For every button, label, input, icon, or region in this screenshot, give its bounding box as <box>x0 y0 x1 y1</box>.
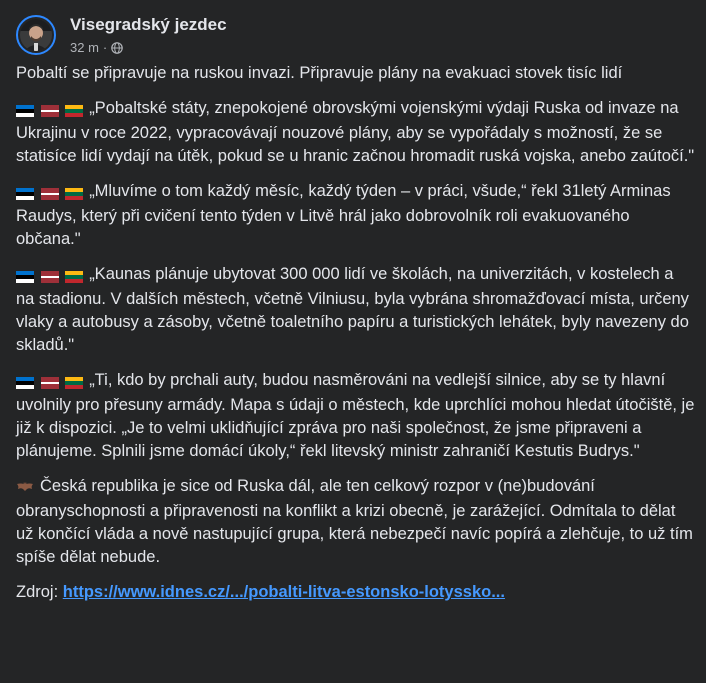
lithuania-flag <box>65 187 84 200</box>
flags-group <box>16 182 85 205</box>
avatar-image <box>20 19 52 51</box>
lithuania-flag <box>65 376 84 389</box>
lithuania-flag <box>65 104 84 117</box>
paragraph-text: „Mluvíme o tom každý měsíc, každý týden … <box>16 182 671 248</box>
paragraph-4: „Ti, kdo by prchali auty, budou nasměrov… <box>16 369 696 463</box>
post-meta: Visegradský jezdec 32 m · <box>70 14 227 57</box>
estonia-flag <box>16 376 34 389</box>
separator-dot: · <box>102 39 108 55</box>
source-link[interactable]: https://www.idnes.cz/.../pobalti-litva-e… <box>63 583 505 601</box>
closing-text: Česká republika je sice od Ruska dál, al… <box>16 477 693 566</box>
post-header: Visegradský jezdec 32 m · <box>16 10 227 60</box>
avatar[interactable] <box>16 15 56 55</box>
closing-paragraph: Česká republika je sice od Ruska dál, al… <box>16 475 696 569</box>
source-line: Zdroj: https://www.idnes.cz/.../pobalti-… <box>16 581 696 604</box>
latvia-flag <box>40 270 59 283</box>
post-timestamp[interactable]: 32 m <box>70 39 99 57</box>
post-content: Pobaltí se připravuje na ruskou invazi. … <box>16 62 696 616</box>
estonia-flag <box>16 270 34 283</box>
paragraph-text: „Pobaltské státy, znepokojené obrovskými… <box>16 99 695 165</box>
paragraph-1: „Pobaltské státy, znepokojené obrovskými… <box>16 97 696 168</box>
paragraph-2: „Mluvíme o tom každý měsíc, každý týden … <box>16 180 696 251</box>
source-label: Zdroj: <box>16 583 63 601</box>
post-subline: 32 m · <box>70 39 227 57</box>
latvia-flag <box>40 187 59 200</box>
facebook-post: Visegradský jezdec 32 m · Pobaltí se při… <box>0 0 706 683</box>
author-name[interactable]: Visegradský jezdec <box>70 14 227 36</box>
paragraph-text: „Ti, kdo by prchali auty, budou nasměrov… <box>16 371 695 460</box>
latvia-flag <box>40 104 59 117</box>
bat-icon <box>16 477 34 500</box>
lithuania-flag <box>65 270 84 283</box>
flags-group <box>16 265 85 288</box>
paragraph-3: „Kaunas plánuje ubytovat 300 000 lidí ve… <box>16 263 696 357</box>
flags-group <box>16 99 85 122</box>
estonia-flag <box>16 187 34 200</box>
post-headline: Pobaltí se připravuje na ruskou invazi. … <box>16 64 623 82</box>
paragraph-text: „Kaunas plánuje ubytovat 300 000 lidí ve… <box>16 265 689 354</box>
estonia-flag <box>16 104 34 117</box>
flags-group <box>16 371 85 394</box>
latvia-flag <box>40 376 59 389</box>
globe-icon[interactable] <box>111 41 124 54</box>
